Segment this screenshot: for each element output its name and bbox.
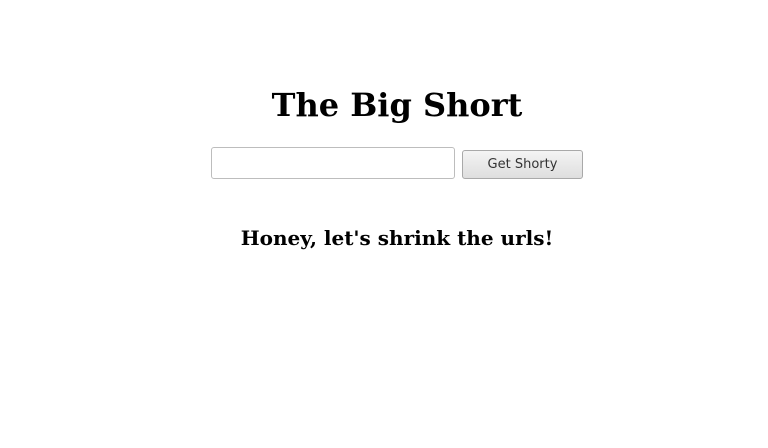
tagline: Honey, let's shrink the urls! <box>240 226 554 250</box>
get-shorty-button[interactable]: Get Shorty <box>462 150 583 179</box>
url-input[interactable] <box>211 147 455 179</box>
page-title: The Big Short <box>271 86 523 124</box>
